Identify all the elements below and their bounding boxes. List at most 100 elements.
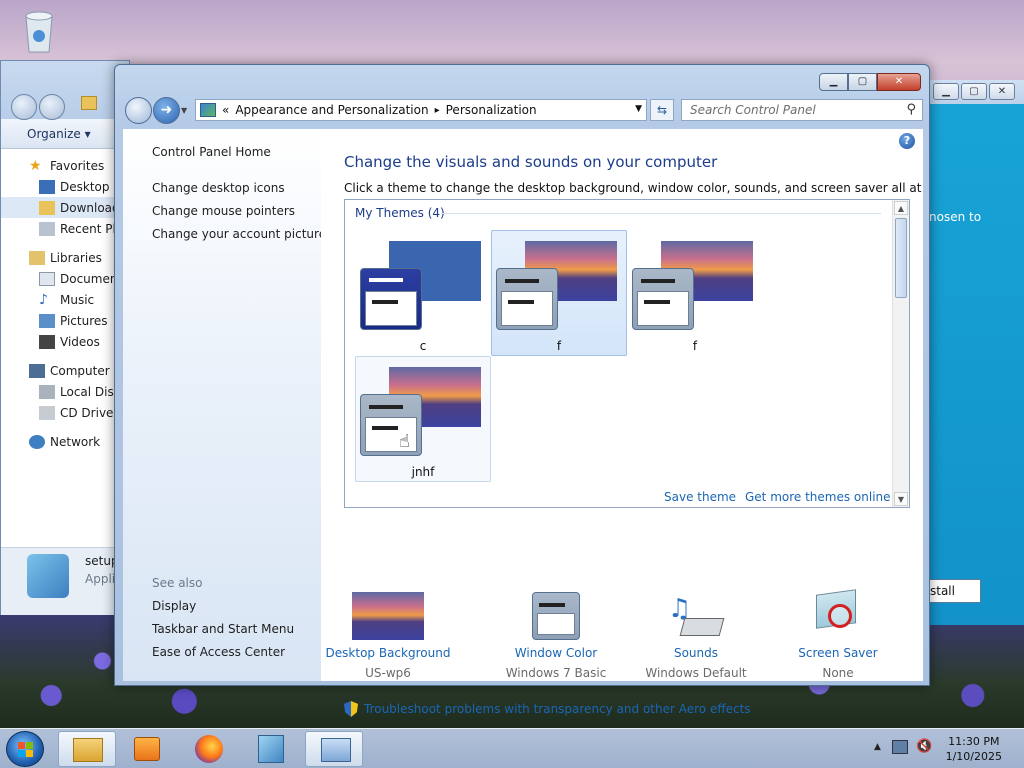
scroll-thumb[interactable]	[895, 218, 907, 298]
theme-item[interactable]: f	[627, 230, 763, 356]
help-icon[interactable]: ?	[899, 133, 915, 149]
taskbar-explorer[interactable]	[58, 731, 116, 767]
folder-icon	[81, 96, 97, 110]
tree-label: CD Drive (	[60, 405, 122, 420]
tree-label: Desktop	[60, 179, 110, 194]
screen-saver-link[interactable]: Screen Saver	[773, 646, 903, 660]
hand-cursor-icon: ☝	[399, 431, 410, 452]
explorer-back-button[interactable]	[11, 94, 37, 120]
tree-documents[interactable]: Document	[1, 268, 129, 289]
breadcrumb-personalization[interactable]: Personalization	[446, 103, 537, 117]
theme-name: jnhf	[411, 465, 435, 479]
tree-label: Computer	[50, 363, 110, 378]
change-desktop-icons-link[interactable]: Change desktop icons	[152, 181, 285, 195]
search-icon[interactable]: ⚲	[906, 102, 916, 117]
install-button[interactable]: stall	[929, 579, 981, 603]
group-divider	[441, 213, 881, 214]
volume-muted-icon[interactable]: 🔇	[916, 739, 932, 754]
tree-cd-drive[interactable]: CD Drive (	[1, 402, 129, 423]
tree-downloads[interactable]: Download	[1, 197, 129, 218]
change-account-picture-link[interactable]: Change your account picture	[152, 227, 326, 241]
pictures-icon	[39, 313, 55, 328]
explorer-forward-button[interactable]	[39, 94, 65, 120]
minimize-button[interactable]: ▁	[819, 73, 848, 91]
sounds-value: Windows Default	[645, 666, 747, 680]
recycle-bin-icon[interactable]	[20, 8, 58, 54]
music-icon: ♪	[39, 291, 48, 308]
recent-pages-dropdown[interactable]: ▼	[181, 106, 187, 115]
theme-item-selected[interactable]: f	[491, 230, 627, 356]
window-color-link[interactable]: Window Color	[491, 646, 621, 660]
tree-desktop[interactable]: Desktop	[1, 176, 129, 197]
tree-favorites[interactable]: ★ Favorites	[1, 155, 129, 176]
control-panel-window[interactable]: ▁ ▢ ✕ ➜ ▼ « Appearance and Personalizati…	[114, 64, 930, 717]
cd-drive-icon	[39, 405, 55, 420]
libraries-icon	[29, 250, 45, 265]
firefox-icon	[195, 735, 223, 763]
taskbar-control-panel[interactable]	[305, 731, 363, 767]
shield-icon	[344, 701, 358, 717]
tree-pictures[interactable]: Pictures	[1, 310, 129, 331]
taskbar-start-menu-link[interactable]: Taskbar and Start Menu	[152, 622, 294, 636]
explorer-window[interactable]: Organize ▾ ★ Favorites Desktop Download R…	[0, 60, 130, 615]
address-dropdown-icon[interactable]: ▼	[635, 104, 642, 114]
system-clock[interactable]: 11:30 PM 1/10/2025	[946, 734, 1002, 764]
breadcrumb-overflow[interactable]: «	[222, 103, 229, 117]
tree-computer[interactable]: Computer	[1, 360, 129, 381]
control-panel-body: Control Panel Home Change desktop icons …	[123, 129, 923, 717]
control-panel-home-link[interactable]: Control Panel Home	[152, 145, 271, 159]
back-button[interactable]	[125, 97, 152, 124]
maximize-button[interactable]: ▢	[848, 73, 877, 91]
forward-button[interactable]: ➜	[153, 97, 180, 124]
ease-of-access-link[interactable]: Ease of Access Center	[152, 645, 285, 659]
sounds-setting[interactable]: ♫ Sounds Windows Default	[631, 592, 761, 680]
breadcrumb-arrow[interactable]: ▸	[435, 105, 440, 116]
get-more-themes-link[interactable]: Get more themes online	[745, 490, 891, 504]
tree-local-disk[interactable]: Local Disk	[1, 381, 129, 402]
window-color-setting[interactable]: Window Color Windows 7 Basic	[491, 592, 621, 680]
save-theme-link[interactable]: Save theme	[664, 490, 736, 504]
screen-saver-setting[interactable]: Screen Saver None	[773, 589, 903, 680]
tree-music[interactable]: ♪ Music	[1, 289, 129, 310]
tree-libraries[interactable]: Libraries	[1, 247, 129, 268]
breadcrumb-appearance[interactable]: Appearance and Personalization	[235, 103, 428, 117]
desktop-background-setting[interactable]: Desktop Background US-wp6	[323, 592, 453, 680]
theme-list[interactable]: My Themes (4) c f f ☝ jnhf Save theme Ge…	[344, 199, 910, 508]
installer-minimize-button[interactable]: ▁	[933, 83, 959, 100]
show-hidden-icons-icon[interactable]: ▲	[874, 742, 881, 752]
search-input[interactable]: Search Control Panel ⚲	[681, 99, 923, 121]
theme-list-scrollbar[interactable]: ▲ ▼	[892, 200, 909, 507]
troubleshoot-text: Troubleshoot problems with transparency …	[364, 702, 751, 716]
close-button[interactable]: ✕	[877, 73, 921, 91]
refresh-button[interactable]: ⇆	[650, 99, 674, 121]
change-mouse-pointers-link[interactable]: Change mouse pointers	[152, 204, 295, 218]
address-bar[interactable]: « Appearance and Personalization ▸ Perso…	[195, 99, 647, 121]
start-button[interactable]	[6, 731, 44, 767]
window-color-value: Windows 7 Basic	[505, 666, 607, 680]
tree-videos[interactable]: Videos	[1, 331, 129, 352]
control-panel-icon	[321, 738, 351, 762]
explorer-nav	[1, 61, 129, 120]
troubleshoot-aero-link[interactable]: Troubleshoot problems with transparency …	[344, 701, 751, 717]
address-row: ➜ ▼ « Appearance and Personalization ▸ P…	[123, 97, 923, 125]
clock-date: 1/10/2025	[945, 750, 1002, 763]
tree-network[interactable]: Network	[1, 431, 129, 452]
taskbar-firefox[interactable]	[180, 731, 238, 767]
scroll-up-arrow-icon[interactable]: ▲	[894, 201, 908, 215]
installer-close-button[interactable]: ✕	[989, 83, 1015, 100]
taskbar-installer[interactable]	[242, 731, 300, 767]
sounds-link[interactable]: Sounds	[631, 646, 761, 660]
theme-window-preview	[360, 268, 422, 330]
tree-recent-places[interactable]: Recent Pla	[1, 218, 129, 239]
desktop-background-link[interactable]: Desktop Background	[323, 646, 453, 660]
organize-menu[interactable]: Organize ▾	[27, 127, 91, 141]
taskbar-media-player[interactable]	[118, 731, 176, 767]
network-tray-icon[interactable]	[892, 740, 908, 754]
theme-item[interactable]: c	[355, 230, 491, 356]
display-link[interactable]: Display	[152, 599, 196, 613]
installer-maximize-button[interactable]: ▢	[961, 83, 987, 100]
theme-item-hovered[interactable]: ☝ jnhf	[355, 356, 491, 482]
scroll-down-arrow-icon[interactable]: ▼	[894, 492, 908, 506]
file-explorer-icon	[73, 738, 103, 762]
installer-window[interactable]: ▁ ▢ ✕ nosen to stall	[928, 80, 1024, 625]
